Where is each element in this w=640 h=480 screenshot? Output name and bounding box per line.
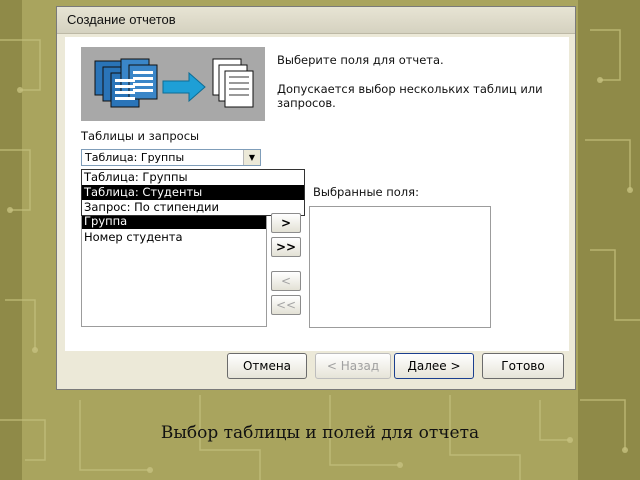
- add-all-fields-button[interactable]: >>: [271, 237, 301, 257]
- slide-caption: Выбор таблицы и полей для отчета: [160, 423, 480, 443]
- remove-field-button[interactable]: <: [271, 271, 301, 291]
- report-wizard-dialog: Создание отчетов Выберите поля для отчет…: [56, 6, 576, 390]
- dropdown-option[interactable]: Таблица: Студенты: [82, 185, 304, 200]
- dialog-content: Выберите поля для отчета. Допускается вы…: [65, 37, 569, 351]
- finish-button[interactable]: Готово: [482, 353, 564, 379]
- dropdown-option[interactable]: Таблица: Группы: [82, 170, 304, 185]
- hint-select-fields: Выберите поля для отчета.: [277, 53, 444, 67]
- remove-all-fields-button[interactable]: <<: [271, 295, 301, 315]
- back-button[interactable]: < Назад: [315, 353, 391, 379]
- tables-combo[interactable]: Таблица: Группы ▼: [81, 149, 261, 166]
- tables-dropdown-list[interactable]: Таблица: Группы Таблица: Студенты Запрос…: [81, 169, 305, 216]
- hint-multiple-tables: Допускается выбор нескольких таблиц или …: [277, 82, 543, 110]
- list-item[interactable]: Номер студента: [82, 229, 266, 245]
- wizard-illustration: [81, 47, 265, 121]
- combo-value: Таблица: Группы: [85, 151, 185, 164]
- arrow-right-icon: [162, 71, 206, 103]
- add-field-button[interactable]: >: [271, 213, 301, 233]
- selected-fields-list[interactable]: [309, 206, 491, 328]
- selected-fields-label: Выбранные поля:: [313, 185, 419, 199]
- cancel-button[interactable]: Отмена: [227, 353, 307, 379]
- dialog-title: Создание отчетов: [57, 7, 575, 34]
- table-stack-icon: [94, 58, 158, 108]
- next-button[interactable]: Далее >: [394, 353, 474, 379]
- report-stack-icon: [212, 58, 254, 108]
- tables-queries-label: Таблицы и запросы: [81, 129, 200, 143]
- dropdown-arrow-icon[interactable]: ▼: [243, 150, 260, 165]
